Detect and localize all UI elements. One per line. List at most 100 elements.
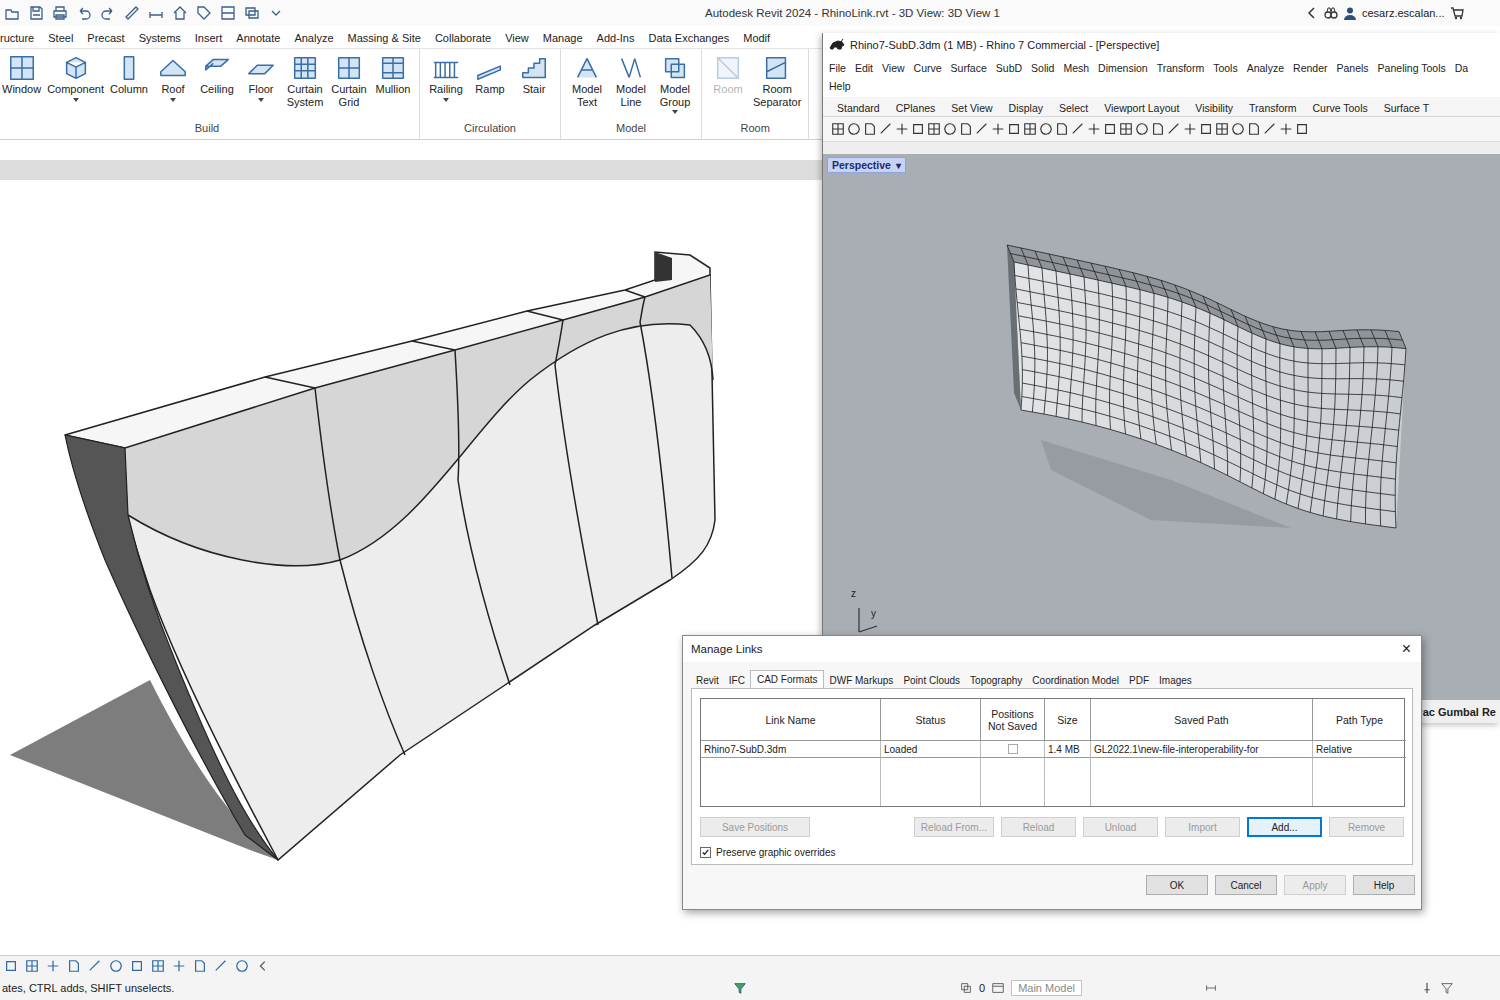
single-viewport-icon[interactable] [911,122,925,136]
link-name-cell[interactable]: Rhino7-SubD.3dm [701,741,881,758]
menu-item[interactable]: Solid [1031,62,1054,74]
model-selector[interactable]: Main Model [1011,980,1082,996]
ribbon-tab[interactable]: Data Exchanges [649,32,730,44]
viewport-grid-icon[interactable] [25,959,39,973]
binoculars-icon[interactable] [1324,6,1338,20]
ribbon-tab[interactable]: Manage [543,32,583,44]
crosshair-icon[interactable] [172,959,186,973]
ribbon-tab[interactable]: Insert [195,32,223,44]
crosshair-icon[interactable] [1279,122,1293,136]
footer-button[interactable]: Help [1353,875,1415,895]
ribbon-button[interactable]: Window [0,53,43,96]
toolbar-tab[interactable]: Transform [1249,102,1296,114]
line-icon[interactable] [88,959,102,973]
footer-button[interactable]: OK [1146,875,1208,895]
circle-icon[interactable] [1231,122,1245,136]
dialog-tab[interactable]: PDF [1124,673,1154,688]
preserve-checkbox[interactable] [700,847,711,858]
select-pinned-icon[interactable] [1420,981,1434,995]
ribbon-button[interactable]: Component [45,53,106,102]
menu-item[interactable]: Tools [1213,62,1238,74]
document-icon[interactable] [1151,122,1165,136]
single-viewport-icon[interactable] [1103,122,1117,136]
menu-item[interactable]: Edit [855,62,873,74]
close-button[interactable]: × [1402,641,1411,657]
column-header[interactable]: Saved Path [1091,699,1313,741]
switch-window-icon[interactable] [244,5,260,21]
toolbar-tab[interactable]: Surface T [1384,102,1429,114]
ribbon-button[interactable]: Stair [513,53,555,96]
single-viewport-icon[interactable] [1199,122,1213,136]
ribbon-button[interactable]: Mullion [372,53,414,96]
document-icon[interactable] [1247,122,1261,136]
dropdown-icon[interactable] [268,5,284,21]
toolbar-tab[interactable]: CPlanes [896,102,936,114]
ribbon-button[interactable]: Railing [425,53,467,102]
viewport-grid-icon[interactable] [1215,122,1229,136]
back-arrow-icon[interactable] [1305,6,1319,20]
filter-count-icon[interactable] [1440,981,1454,995]
user-name[interactable]: cesarz.escalan... [1362,7,1445,19]
toolbar-tab[interactable]: Viewport Layout [1104,102,1179,114]
crosshair-icon[interactable] [991,122,1005,136]
ribbon-tab[interactable]: ructure [0,32,34,44]
viewport-grid-icon[interactable] [1023,122,1037,136]
positions-checkbox[interactable] [1008,744,1018,754]
viewport-menu-arrow[interactable]: ▾ [896,160,901,171]
line-icon[interactable] [975,122,989,136]
rhino-window[interactable]: Rhino7-SubD.3dm (1 MB) - Rhino 7 Commerc… [822,33,1500,723]
dialog-tab[interactable]: Images [1154,673,1197,688]
crosshair-icon[interactable] [1183,122,1197,136]
line-icon[interactable] [1167,122,1181,136]
ribbon-button[interactable]: Curtain Grid [328,53,370,108]
circle-icon[interactable] [847,122,861,136]
menu-item[interactable]: Surface [951,62,987,74]
document-icon[interactable] [959,122,973,136]
circle-icon[interactable] [943,122,957,136]
section-icon[interactable] [220,5,236,21]
ribbon-button[interactable]: Roof [152,53,194,102]
crosshair-icon[interactable] [895,122,909,136]
document-icon[interactable] [193,959,207,973]
dropdown-arrow-icon[interactable] [170,98,176,102]
menu-item[interactable]: Dimension [1098,62,1148,74]
action-button[interactable]: Add... [1247,817,1322,837]
column-header[interactable]: Size [1045,699,1091,741]
ribbon-button[interactable]: Ceiling [196,53,238,96]
menu-item[interactable]: SubD [996,62,1022,74]
menu-item[interactable]: Transform [1157,62,1204,74]
dialog-tab[interactable]: CAD Formats [750,670,825,688]
column-header[interactable]: Status [881,699,981,741]
redo-icon[interactable] [100,5,116,21]
open-folder-icon[interactable] [4,5,20,21]
dialog-tab[interactable]: IFC [724,673,750,688]
ribbon-tab[interactable]: View [505,32,529,44]
menu-item[interactable]: Da [1455,62,1468,74]
save-icon[interactable] [28,5,44,21]
ribbon-button[interactable]: Model Text [566,53,608,108]
ribbon-button[interactable]: Column [108,53,150,96]
menu-item[interactable]: Analyze [1247,62,1284,74]
ribbon-tab[interactable]: Systems [139,32,181,44]
menu-item[interactable]: Panels [1337,62,1369,74]
crosshair-icon[interactable] [1087,122,1101,136]
single-viewport-icon[interactable] [1007,122,1021,136]
document-icon[interactable] [1055,122,1069,136]
path-type-cell[interactable]: Relative [1313,741,1406,758]
subd-mesh[interactable] [823,154,1500,700]
ribbon-tab[interactable]: Annotate [236,32,280,44]
toolbar-tab[interactable]: Display [1009,102,1043,114]
viewport-grid-icon[interactable] [831,122,845,136]
single-viewport-icon[interactable] [130,959,144,973]
menu-item[interactable]: Mesh [1063,62,1089,74]
column-header[interactable]: Positions Not Saved [981,699,1045,741]
ribbon-button[interactable]: Model Group [654,53,696,114]
tag-icon[interactable] [196,5,212,21]
undo-icon[interactable] [76,5,92,21]
ribbon-tab[interactable]: Add-Ins [597,32,635,44]
menu-item[interactable]: View [882,62,905,74]
document-icon[interactable] [863,122,877,136]
viewport-label[interactable]: Perspective▾ [827,157,906,173]
dialog-tab[interactable]: Coordination Model [1027,673,1124,688]
dropdown-arrow-icon[interactable] [443,98,449,102]
